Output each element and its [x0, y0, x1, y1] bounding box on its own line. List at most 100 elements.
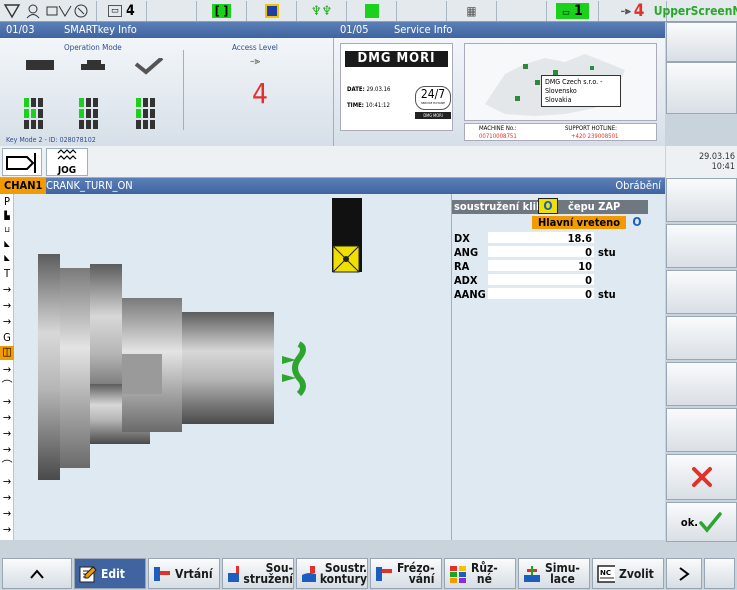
- clock-time: 10:41: [711, 162, 735, 172]
- param-value[interactable]: 0: [488, 274, 594, 287]
- cycle-icon: [ ]: [197, 1, 247, 21]
- spindle-select[interactable]: Hlavní vreteno: [532, 216, 626, 229]
- vsk-2[interactable]: [666, 62, 737, 114]
- cycle-header: soustružení klik O čepu ZAP: [452, 198, 648, 214]
- simulation-button[interactable]: Simu-lace: [518, 558, 590, 589]
- check-icon: [699, 512, 722, 533]
- close-icon: [691, 467, 712, 487]
- drilling-button[interactable]: Vrtání: [148, 558, 220, 589]
- mode-auto-icon: [134, 56, 170, 133]
- milling-icon: [376, 566, 392, 581]
- contour-turning-icon: [302, 565, 316, 582]
- select-button[interactable]: NC Zvolit: [592, 558, 664, 589]
- date-label: DATE:: [347, 86, 365, 93]
- param-row[interactable]: DX 18.6: [452, 232, 665, 245]
- chevron-right-icon: [679, 566, 690, 581]
- service-card: DMG MORI DATE: 29.03.16 TIME: 10:41:12 2…: [340, 43, 453, 131]
- etc-button[interactable]: [704, 558, 735, 589]
- symbol-g: G: [3, 331, 11, 344]
- turning-button[interactable]: Sou-stružení: [222, 558, 294, 589]
- chevron-up-icon: [30, 568, 44, 579]
- hotline-value: +420 239008501: [571, 133, 619, 140]
- param-value[interactable]: 10: [488, 260, 594, 273]
- service-panel: DMG MORI DATE: 29.03.16 TIME: 10:41:12 2…: [333, 38, 665, 146]
- param-row[interactable]: ADX 0: [452, 274, 665, 287]
- active-cycle-icon: ◫: [0, 346, 14, 360]
- symbol-p: P: [4, 195, 10, 208]
- param-row[interactable]: RA 10: [452, 260, 665, 273]
- counter-a: ▭ 4: [97, 1, 147, 21]
- param-value[interactable]: 0: [488, 246, 594, 259]
- vsk-3[interactable]: [666, 178, 737, 222]
- vsk-5[interactable]: [666, 270, 737, 314]
- badge-brand: DMG MORI: [415, 112, 451, 119]
- parameter-panel: soustružení klik O čepu ZAP Hlavní vrete…: [452, 194, 665, 540]
- nc-program-icon: NC: [597, 564, 615, 583]
- misc-button[interactable]: Růz-né: [444, 558, 516, 589]
- smartkey-title: SMARTkey Info: [64, 23, 137, 36]
- machine-value: 00710008751: [479, 133, 517, 140]
- svg-text:NC: NC: [600, 569, 611, 577]
- machine-label: MACHINE No.:: [479, 125, 517, 132]
- turning-icon: [228, 565, 240, 582]
- vsk-4[interactable]: [666, 224, 737, 268]
- machine-status-icons: [0, 1, 97, 21]
- drilling-icon: [154, 566, 170, 581]
- dmg-mori-logo: DMG MORI: [345, 51, 448, 67]
- date-value: 29.03.16: [366, 86, 391, 93]
- misc-icon: [450, 565, 466, 583]
- clock-date: 29.03.16: [698, 152, 735, 162]
- vsk-1[interactable]: [666, 22, 737, 62]
- milling-button[interactable]: Frézo-vání: [370, 558, 442, 589]
- param-row[interactable]: AANG 0 stu: [452, 288, 665, 301]
- symbol-t: T: [3, 267, 11, 280]
- key-mode-info: Key Mode 2 - ID: 028078102: [6, 136, 96, 144]
- time-value: 10:41:12: [365, 102, 390, 109]
- edit-button[interactable]: Edit: [74, 558, 146, 589]
- time-label: TIME:: [347, 102, 364, 109]
- ok-button[interactable]: ok.: [666, 502, 737, 542]
- help-graphic: [14, 194, 452, 540]
- param-value[interactable]: 18.6: [488, 232, 594, 245]
- vsk-spacer: [666, 114, 737, 146]
- channel-bar: CHAN1 CRANK_TURN_ON Obrábění: [0, 178, 665, 194]
- mode-bar: JOG: [0, 146, 665, 178]
- robot-icon: [347, 1, 397, 21]
- brand-label: UpperScreenNG: [653, 4, 737, 18]
- ok-label: ok.: [680, 515, 699, 529]
- page-up-button[interactable]: [2, 558, 72, 589]
- service-title: Service Info: [394, 23, 453, 36]
- disk-icon: [247, 1, 297, 21]
- spindle-rotation-icon: O: [632, 215, 642, 229]
- crankshaft-graphic: [38, 198, 362, 480]
- access-level-value: 4: [252, 77, 269, 110]
- vsk-6[interactable]: [666, 316, 737, 360]
- machine-state-icon: [3, 4, 88, 19]
- clock: 29.03.16 10:41: [666, 146, 737, 178]
- cancel-button[interactable]: [666, 454, 737, 500]
- jog-icon: [57, 149, 77, 160]
- operation-label: Obrábění: [615, 179, 661, 192]
- cycle-symbol-column: P ▙ ⊔ ◣ ◣ T → → → G ◫ → ⌒ → → → → ⌒ → → …: [0, 194, 14, 540]
- simulation-icon: [524, 565, 540, 582]
- vsk-8[interactable]: [666, 408, 737, 452]
- vsk-7[interactable]: [666, 362, 737, 406]
- counter-b: ▭ 1: [547, 1, 599, 21]
- hotline-label: SUPPORT HOTLINE:: [565, 125, 617, 132]
- cycle-title-suffix: čepu ZAP: [568, 200, 621, 213]
- panel-divider: [183, 50, 184, 130]
- mode-label: JOG: [57, 165, 77, 176]
- smartkey-panel: Operation Mode Access Level –⫸ 4 Key Mod…: [0, 38, 333, 146]
- param-row[interactable]: ANG 0 stu: [452, 246, 665, 259]
- next-page-button[interactable]: [666, 558, 702, 589]
- program-name: CRANK_TURN_ON: [46, 179, 133, 192]
- smartkey-page: 01/03: [6, 23, 35, 36]
- spindle-direction-icon: O: [538, 198, 558, 214]
- access-level-label: Access Level: [232, 43, 278, 52]
- contour-turning-button[interactable]: Soustr. kontury: [296, 558, 368, 589]
- coolant-icon: ♆♆: [297, 1, 347, 21]
- service-footer: MACHINE No.: 00710008751 SUPPORT HOTLINE…: [464, 123, 657, 141]
- operation-mode-label: Operation Mode: [64, 43, 122, 52]
- europe-map: DMG Czech s.r.o. - Slovensko Slovakia: [464, 43, 657, 121]
- param-value[interactable]: 0: [488, 288, 594, 301]
